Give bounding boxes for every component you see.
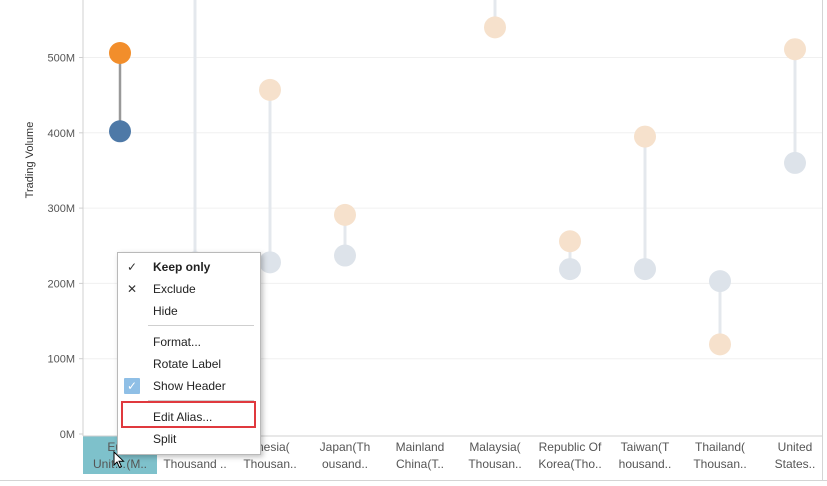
menu-item-split[interactable]: Split — [118, 429, 258, 449]
start-value-dot — [634, 258, 656, 281]
end-value-dot — [259, 78, 281, 101]
menu-separator — [148, 325, 254, 326]
menu-item-label: Show Header — [153, 379, 226, 393]
mouse-cursor-icon — [113, 451, 125, 469]
x-category-label: China(T.. — [396, 457, 444, 471]
end-value-dot — [559, 230, 581, 253]
x-category-label: ousand.. — [322, 457, 368, 471]
end-value-dot — [109, 41, 131, 64]
y-axis-title: Trading Volume — [24, 121, 36, 199]
x-category-label: Thailand( — [695, 440, 745, 454]
x-category-label: United — [778, 440, 813, 454]
start-value-dot — [559, 258, 581, 281]
x-category-label: Malaysia( — [469, 440, 520, 454]
close-icon: ✕ — [126, 282, 138, 296]
x-category-label: housand.. — [619, 457, 672, 471]
checkmark-icon: ✓ — [126, 260, 138, 274]
menu-item-exclude[interactable]: ✕ Exclude — [118, 279, 258, 299]
x-category-label: Thousan.. — [243, 457, 296, 471]
menu-item-format[interactable]: Format... — [118, 332, 258, 352]
header-context-menu: ✓ Keep only ✕ Exclude Hide Format... Rot… — [117, 252, 261, 455]
end-value-dot — [634, 125, 656, 148]
pane-border-bottom — [0, 480, 827, 481]
start-value-dot — [109, 120, 131, 143]
menu-item-label: Hide — [153, 304, 178, 318]
x-category-label: Thousan.. — [468, 457, 521, 471]
menu-item-label: Split — [153, 432, 177, 446]
x-category-label: Thousan.. — [693, 457, 746, 471]
y-tick-label: 0M — [60, 429, 75, 441]
menu-item-keep-only[interactable]: ✓ Keep only — [118, 257, 258, 277]
menu-item-label: Format... — [153, 335, 202, 349]
y-tick-label: 300M — [47, 203, 75, 215]
menu-item-label: Edit Alias... — [153, 410, 213, 424]
checkmark-icon: ✓ — [124, 378, 140, 394]
y-tick-label: 100M — [47, 354, 75, 366]
start-value-dot — [259, 251, 281, 274]
menu-item-rotate-label[interactable]: Rotate Label — [118, 354, 258, 374]
menu-item-show-header[interactable]: ✓ Show Header — [118, 376, 258, 396]
end-value-dot — [484, 16, 506, 39]
x-category-label: Thousand .. — [163, 457, 226, 471]
end-value-dot — [334, 203, 356, 226]
start-value-dot — [784, 151, 806, 174]
menu-item-label: Exclude — [153, 282, 196, 296]
menu-separator — [148, 400, 254, 401]
menu-item-hide[interactable]: Hide — [118, 301, 258, 321]
x-category-label: Korea(Tho.. — [538, 457, 601, 471]
menu-item-label: Rotate Label — [153, 357, 222, 371]
menu-item-edit-alias[interactable]: Edit Alias... — [118, 407, 258, 427]
x-category-label: States.. — [775, 457, 816, 471]
menu-item-label: Keep only — [153, 260, 211, 274]
end-value-dot — [784, 38, 806, 61]
y-tick-label: 200M — [47, 278, 75, 290]
end-value-dot — [709, 333, 731, 356]
x-category-label: Taiwan(T — [621, 440, 670, 454]
start-value-dot — [709, 270, 731, 293]
start-value-dot — [334, 244, 356, 267]
x-category-label: Mainland — [396, 440, 445, 454]
x-category-label: Republic Of — [539, 440, 602, 454]
y-tick-label: 500M — [47, 53, 75, 65]
y-tick-label: 400M — [47, 128, 75, 140]
x-category-label: Japan(Th — [320, 440, 371, 454]
pane-border-right — [822, 0, 823, 480]
